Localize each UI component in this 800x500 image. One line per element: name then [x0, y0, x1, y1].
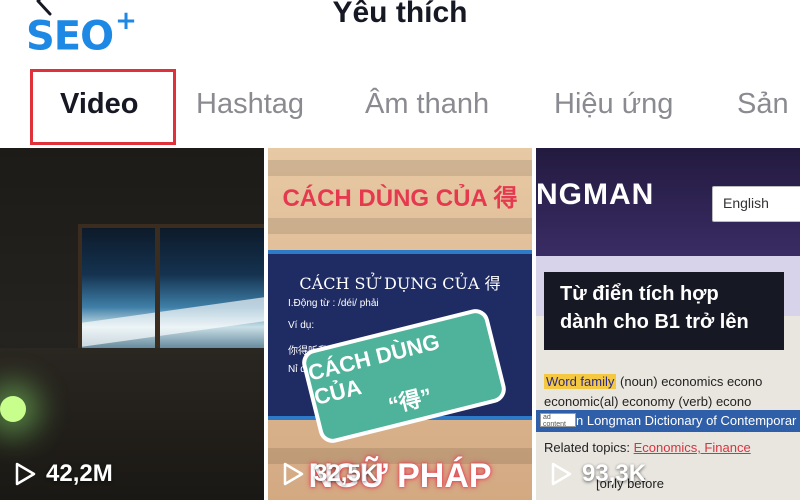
video-heading: CÁCH DÙNG CỦA 得 [282, 185, 518, 212]
video-grid: 42,2M CÁCH DÙNG CỦA 得 CÁCH SỬ DỤNG CỦA 得… [0, 148, 800, 500]
view-count-value: 93,3K [582, 460, 647, 487]
tab-hashtag[interactable]: Hashtag [196, 88, 304, 121]
video-headline: Từ điển tích hợp dành cho B1 trở lên [544, 272, 784, 350]
tab-products[interactable]: Sản [737, 88, 789, 121]
dictionary-brand: NGMAN [536, 178, 655, 211]
board-title: CÁCH SỬ DỤNG CỦA 得 [299, 274, 501, 293]
page-title: Yêu thích [332, 0, 468, 29]
headline-line-2: dành cho B1 trở lên [560, 311, 749, 333]
board-line: Ví dụ: [288, 320, 315, 331]
word-family-label: Word family [544, 374, 617, 389]
related-topics-line: Related topics: Economics, Finance [544, 440, 751, 455]
headline-line-1: Từ điển tích hợp [560, 283, 719, 305]
ad-tag: ad content [540, 413, 576, 428]
dictionary-line: Word family (noun) economics econo [544, 374, 762, 389]
video-thumbnail-2[interactable]: CÁCH DÙNG CỦA 得 CÁCH SỬ DỤNG CỦA 得 I.Độn… [268, 148, 532, 500]
view-count-value: 32,5K [314, 460, 379, 487]
view-count-value: 42,2M [46, 460, 113, 487]
tab-effects[interactable]: Hiệu ứng [554, 88, 673, 121]
board-line: I.Động từ : /déi/ phải [288, 298, 379, 309]
video-tab-highlight-box [30, 69, 176, 145]
ocean-window-image [78, 224, 264, 364]
topics-value: Economics, Finance [633, 440, 751, 455]
video-thumbnail-3[interactable]: NGMAN English Từ điển tích hợp dành cho … [536, 148, 800, 500]
lamp-glow [0, 396, 26, 422]
word-family-rest: (noun) economics econo [620, 374, 763, 389]
play-outline-icon [283, 462, 304, 486]
topics-label: Related topics: [544, 440, 630, 455]
view-count: 42,2M [14, 460, 113, 488]
dictionary-line: economic(al) economy (verb) econo [544, 394, 752, 409]
video-thumbnail-1[interactable]: 42,2M [0, 148, 264, 500]
view-count: 32,5K [282, 460, 378, 488]
view-count: 93,3K [550, 460, 646, 488]
language-box: English [712, 186, 800, 222]
play-outline-icon [551, 462, 572, 486]
tab-sound[interactable]: Âm thanh [365, 88, 489, 121]
play-outline-icon [15, 462, 36, 486]
